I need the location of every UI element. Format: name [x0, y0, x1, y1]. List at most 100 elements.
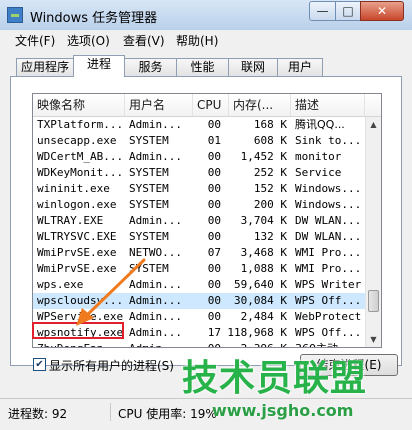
table-row[interactable]: WDCertM_AB... Admin... 00 1,452 K monitor	[33, 149, 365, 165]
column-header-row: 映像名称 用户名 CPU 内存(... 描述	[33, 94, 381, 117]
cell-user-name: SYSTEM	[129, 166, 169, 179]
column-description[interactable]: 描述	[291, 94, 365, 116]
show-all-users-checkbox[interactable]: ✔	[33, 358, 46, 371]
cell-memory: 200 K	[253, 198, 287, 211]
column-user-name[interactable]: 用户名	[125, 94, 193, 116]
show-all-users-label[interactable]: 显示所有用户的进程(S)	[49, 357, 174, 374]
cell-user-name: SYSTEM	[129, 230, 169, 243]
table-row[interactable]: WLTRYSVC.EXE SYSTEM 00 132 K DW WLAN...	[33, 229, 365, 245]
annotation-arrow-icon	[76, 258, 146, 326]
task-manager-icon	[7, 7, 23, 23]
table-row[interactable]: WDKeyMonit... SYSTEM 00 252 K Service	[33, 165, 365, 181]
cell-user-name: Admin...	[129, 214, 182, 227]
watermark-url: www.jsgho.com	[212, 401, 354, 420]
cell-memory: 3,704 K	[240, 214, 287, 227]
table-row[interactable]: TXPlatform... Admin... 00 168 K 腾讯QQ...	[33, 117, 365, 133]
cell-cpu: 00	[207, 150, 221, 163]
cell-description: Windows...	[295, 182, 362, 195]
cell-image-name: wininit.exe	[37, 182, 110, 195]
tab-performance[interactable]: 性能	[176, 58, 229, 76]
cell-description: monitor	[295, 150, 342, 163]
table-row[interactable]: unsecapp.exe SYSTEM 01 608 K Sink to...	[33, 133, 365, 149]
column-memory[interactable]: 内存(...	[229, 94, 291, 116]
tab-applications[interactable]: 应用程序	[16, 58, 74, 76]
cell-cpu: 00	[193, 341, 221, 347]
cell-image-name: winlogon.exe	[37, 198, 117, 211]
column-image-name[interactable]: 映像名称	[33, 94, 125, 116]
cell-user-name: SYSTEM	[129, 182, 169, 195]
cell-cpu: 00	[207, 198, 221, 211]
table-row[interactable]: WLTRAY.EXE Admin... 00 3,704 K DW WLAN...	[33, 213, 365, 229]
menu-file[interactable]: 文件(F)	[15, 32, 55, 49]
cell-memory: 1,452 K	[240, 150, 287, 163]
cell-cpu: 00	[207, 182, 221, 195]
menu-bar: 文件(F) 选项(O) 查看(V) 帮助(H)	[0, 30, 412, 50]
cell-description: Windows...	[295, 198, 362, 211]
menu-view[interactable]: 查看(V)	[123, 32, 165, 49]
close-button[interactable]: ✕	[360, 1, 404, 21]
cell-cpu: 17	[207, 326, 221, 339]
cell-description: DW WLAN...	[295, 230, 362, 243]
cell-description: WPS Off...	[295, 294, 362, 307]
cell-description: Sink to...	[295, 134, 362, 147]
cell-memory: 59,640 K	[234, 278, 287, 291]
tab-processes[interactable]: 进程	[73, 55, 125, 77]
menu-options[interactable]: 选项(O)	[67, 32, 110, 49]
cell-description: 腾讯QQ...	[295, 118, 345, 131]
cell-description: WebProtect	[295, 310, 362, 323]
cell-image-name: WDCertM_AB...	[37, 150, 123, 163]
cell-memory: 168 K	[253, 118, 287, 131]
cell-cpu: 00	[207, 310, 221, 323]
cell-description: DW WLAN...	[295, 214, 362, 227]
status-separator	[110, 403, 111, 421]
cell-cpu: 00	[207, 166, 221, 179]
cell-cpu: 00	[207, 262, 221, 275]
watermark-logo: 技术员联盟	[182, 358, 368, 399]
cell-cpu: 00	[207, 294, 221, 307]
cell-image-name: WDKeyMonit...	[37, 166, 123, 179]
task-manager-window: Windows 任务管理器 — □ ✕ 文件(F) 选项(O) 查看(V) 帮助…	[0, 0, 412, 430]
cell-memory: 608 K	[253, 134, 287, 147]
cell-image-name: ZhuDongFan...	[37, 341, 123, 347]
cell-memory: 132 K	[253, 230, 287, 243]
column-cpu[interactable]: CPU	[193, 94, 229, 116]
table-row[interactable]: winlogon.exe SYSTEM 00 200 K Windows...	[33, 197, 365, 213]
cell-image-name: TXPlatform...	[37, 118, 123, 131]
scroll-up-arrow-icon[interactable]: ▲	[366, 117, 381, 132]
cell-description: WMI Pro...	[295, 246, 362, 259]
table-row[interactable]: wininit.exe SYSTEM 00 152 K Windows...	[33, 181, 365, 197]
cell-description: Service	[295, 166, 342, 179]
title-bar[interactable]: Windows 任务管理器 — □ ✕	[0, 0, 412, 30]
cell-user-name: SYSTEM	[129, 134, 169, 147]
menu-help[interactable]: 帮助(H)	[176, 32, 218, 49]
minimize-button[interactable]: —	[309, 1, 336, 21]
tab-networking[interactable]: 联网	[228, 58, 278, 76]
cell-image-name: unsecapp.exe	[37, 134, 117, 147]
tab-services[interactable]: 服务	[124, 58, 177, 76]
cell-description: WMI Pro...	[295, 262, 362, 275]
cell-memory: 152 K	[253, 182, 287, 195]
cell-memory: 2,396 K	[227, 341, 287, 347]
cell-cpu: 00	[207, 214, 221, 227]
scroll-thumb[interactable]	[368, 290, 379, 312]
cell-cpu: 07	[207, 246, 221, 259]
scroll-down-arrow-icon[interactable]: ▼	[366, 332, 381, 347]
window-title: Windows 任务管理器	[30, 11, 158, 26]
cell-memory: 2,484 K	[240, 310, 287, 323]
cpu-usage: CPU 使用率: 19%	[118, 407, 217, 421]
cell-image-name: WLTRYSVC.EXE	[37, 230, 117, 243]
cell-cpu: 01	[207, 134, 221, 147]
cell-image-name: WLTRAY.EXE	[37, 214, 104, 227]
cell-description: WPS Writer	[295, 278, 362, 291]
cell-cpu: 00	[207, 278, 221, 291]
cell-memory: 3,468 K	[240, 246, 287, 259]
vertical-scrollbar[interactable]: ▲ ▼	[365, 117, 381, 347]
maximize-button[interactable]: □	[335, 1, 361, 21]
cell-user-name: Admin...	[129, 118, 182, 131]
cell-user-name: SYSTEM	[129, 198, 169, 211]
tab-users[interactable]: 用户	[277, 58, 323, 76]
cell-description: WPS Off...	[295, 326, 362, 339]
cell-cpu: 00	[207, 230, 221, 243]
table-row[interactable]: ZhuDongFan... Admin...00 2,396 K 360主动...	[33, 341, 365, 347]
process-count: 进程数: 92	[8, 407, 68, 421]
